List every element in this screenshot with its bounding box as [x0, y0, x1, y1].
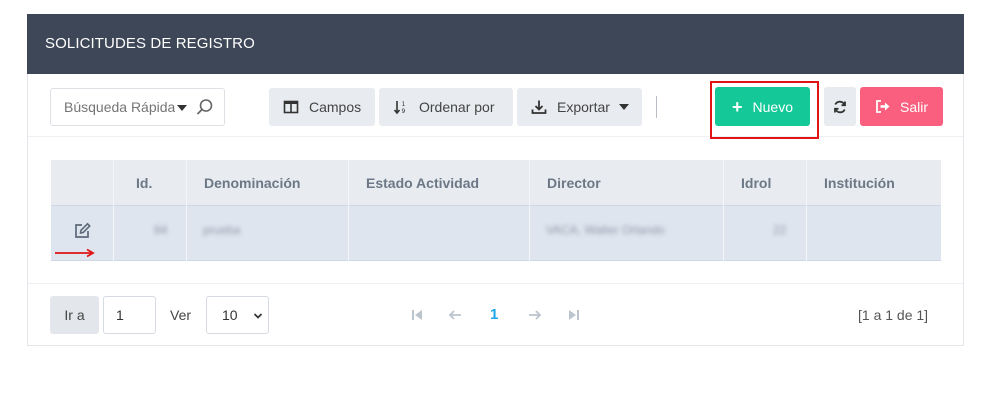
table-header: Id. Denominación Estado Actividad Direct…: [51, 160, 941, 205]
quick-search: [50, 88, 225, 126]
registration-requests-panel: SOLICITUDES DE REGISTRO Campos 1: [27, 14, 964, 346]
column-separator: [723, 160, 724, 261]
exportar-caret-icon: [618, 104, 629, 110]
page-title: SOLICITUDES DE REGISTRO: [45, 35, 255, 52]
column-separator: [348, 160, 349, 261]
go-to-page-button[interactable]: Ir a: [50, 296, 99, 334]
column-separator: [806, 160, 807, 261]
pagination-footer: Ir a Ver 10 1 [1 a 1 de 1]: [28, 283, 963, 346]
exportar-label: Exportar: [557, 99, 610, 115]
column-header-institucion[interactable]: Institución: [824, 175, 895, 191]
svg-text:9: 9: [402, 108, 406, 115]
edit-icon[interactable]: [73, 222, 91, 240]
page-size-label: Ver: [170, 307, 192, 323]
refresh-icon: [834, 100, 846, 113]
panel-header: SOLICITUDES DE REGISTRO: [27, 14, 964, 74]
column-header-id[interactable]: Id.: [136, 175, 152, 191]
search-input[interactable]: [51, 89, 175, 125]
table-row[interactable]: [51, 205, 941, 261]
cell-director: VACA, Walter Orlando: [546, 223, 665, 237]
nuevo-label: Nuevo: [752, 98, 793, 115]
salir-label: Salir: [899, 98, 928, 115]
campos-label: Campos: [309, 99, 362, 115]
page-size-select[interactable]: 10: [206, 296, 269, 334]
column-header-idrol[interactable]: Idrol: [741, 175, 771, 191]
cell-idrol: 22: [773, 223, 787, 237]
download-icon: [531, 100, 547, 114]
columns-icon: [283, 100, 299, 114]
current-page-number[interactable]: 1: [490, 306, 498, 323]
cell-denominacion: prueba: [203, 223, 241, 237]
next-page-icon[interactable]: [528, 308, 542, 322]
chevron-down-icon: [253, 313, 263, 319]
column-separator: [113, 160, 114, 261]
nuevo-button[interactable]: + Nuevo: [715, 87, 810, 126]
page-number-input[interactable]: [103, 296, 156, 334]
first-page-icon[interactable]: [410, 308, 424, 322]
campos-button[interactable]: Campos: [269, 88, 375, 126]
ordenar-label: Ordenar por: [419, 99, 495, 115]
toolbar: Campos 1 9 Ordenar por Exportar + Nu: [28, 74, 963, 139]
cell-id: 84: [154, 223, 168, 237]
column-separator: [186, 160, 187, 261]
last-page-icon[interactable]: [567, 308, 581, 322]
toolbar-divider: [656, 96, 657, 118]
previous-page-icon[interactable]: [448, 308, 462, 322]
ordenar-button[interactable]: 1 9 Ordenar por: [379, 88, 513, 126]
page-info: [1 a 1 de 1]: [858, 307, 929, 323]
column-header-estado-actividad[interactable]: Estado Actividad: [366, 175, 479, 191]
column-header-director[interactable]: Director: [547, 175, 601, 191]
page-size-value: 10: [222, 307, 238, 323]
column-header-denominacion[interactable]: Denominación: [204, 175, 300, 191]
sign-out-icon: [876, 100, 890, 113]
plus-icon: +: [732, 96, 743, 117]
refresh-button[interactable]: [824, 87, 856, 126]
sort-icon: 1 9: [393, 101, 406, 115]
svg-text:1: 1: [402, 101, 406, 108]
salir-button[interactable]: Salir: [860, 87, 943, 126]
column-separator: [529, 160, 530, 261]
search-icon[interactable]: [196, 98, 214, 116]
search-options-caret-icon[interactable]: [177, 105, 187, 111]
exportar-button[interactable]: Exportar: [517, 88, 642, 126]
red-arrow-annotation: [55, 248, 95, 258]
